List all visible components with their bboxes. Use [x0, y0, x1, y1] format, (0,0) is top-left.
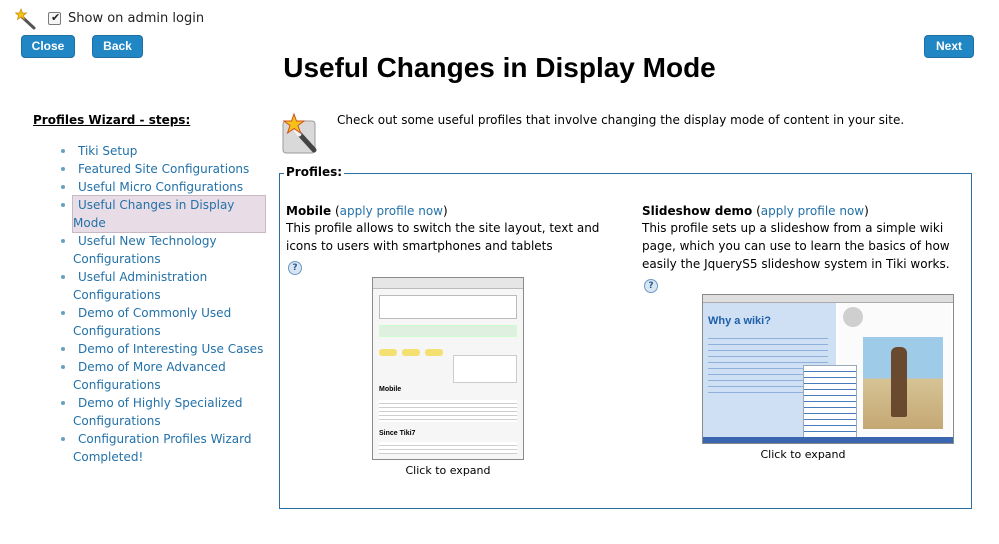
bullet-icon [61, 401, 65, 405]
mobile-profile-title: Mobile (apply profile now) [286, 204, 448, 218]
step-item[interactable]: Useful Micro Configurations [55, 178, 265, 196]
mobile-profile-description: This profile allows to switch the site l… [286, 221, 600, 253]
step-label: Featured Site Configurations [78, 162, 250, 176]
mobile-shot-heading: Mobile [379, 386, 402, 393]
mobile-caption: Click to expand [405, 464, 491, 477]
step-item[interactable]: Featured Site Configurations [55, 160, 265, 178]
checkmark-icon: ✔ [51, 11, 61, 24]
step-item[interactable]: Useful Administration Configurations [55, 268, 265, 304]
bullet-icon [61, 239, 65, 243]
step-item[interactable]: Demo of Commonly Used Configurations [55, 304, 265, 340]
show-on-admin-login-checkbox[interactable]: ✔ [48, 11, 61, 25]
step-label: Demo of More Advanced Configurations [73, 360, 226, 392]
bullet-icon [61, 149, 65, 153]
bullet-icon [61, 275, 65, 279]
bullet-icon [61, 311, 65, 315]
mobile-profile-name: Mobile [286, 204, 332, 218]
step-item[interactable]: Demo of Interesting Use Cases [55, 340, 265, 358]
step-label: Useful Micro Configurations [78, 180, 244, 194]
show-on-admin-login-label: Show on admin login [68, 11, 205, 26]
slideshow-apply-link[interactable]: apply profile now [761, 204, 864, 218]
step-item[interactable]: Configuration Profiles Wizard Completed! [55, 430, 265, 466]
bullet-icon [61, 347, 65, 351]
step-item[interactable]: Useful New Technology Configurations [55, 232, 265, 268]
mobile-screenshot-thumbnail[interactable]: Mobile Since Tiki7 [372, 277, 524, 460]
magic-wand-icon [15, 8, 36, 30]
step-label: Useful Changes in Display Mode [72, 195, 266, 233]
step-item[interactable]: Useful Changes in Display Mode [55, 195, 266, 233]
step-label: Tiki Setup [78, 144, 138, 158]
step-label: Configuration Profiles Wizard Completed! [73, 432, 252, 464]
slideshow-caption: Click to expand [760, 448, 846, 461]
mobile-apply-close: ) [442, 204, 448, 218]
bullet-icon [61, 437, 65, 441]
help-icon[interactable]: ? [288, 261, 302, 275]
step-label: Demo of Interesting Use Cases [78, 342, 264, 356]
step-label: Useful New Technology Configurations [73, 234, 217, 266]
step-label: Useful Administration Configurations [73, 270, 208, 302]
slideshow-screenshot-thumbnail[interactable]: Why a wiki? [702, 294, 954, 444]
step-label: Demo of Highly Specialized Configuration… [73, 396, 243, 428]
steps-list: Tiki Setup Featured Site Configurations Us… [55, 142, 266, 466]
step-label: Demo of Commonly Used Configurations [73, 306, 232, 338]
mobile-apply-link[interactable]: apply profile now [340, 204, 443, 218]
slideshow-profile-title: Slideshow demo (apply profile now) [642, 204, 869, 218]
slideshow-profile-description: This profile sets up a slideshow from a … [642, 221, 950, 271]
bullet-icon [61, 167, 65, 171]
step-item[interactable]: Demo of Highly Specialized Configuration… [55, 394, 265, 430]
mobile-shot-subheading: Since Tiki7 [379, 430, 416, 437]
steps-heading: Profiles Wizard - steps: [33, 113, 191, 127]
step-item[interactable]: Demo of More Advanced Configurations [55, 358, 265, 394]
intro-text: Check out some useful profiles that invo… [337, 113, 905, 127]
profiles-legend: Profiles: [284, 165, 345, 179]
bullet-icon [61, 185, 65, 189]
step-item[interactable]: Tiki Setup [55, 142, 265, 160]
bullet-icon [61, 203, 65, 207]
page-title: Useful Changes in Display Mode [283, 52, 716, 83]
help-icon[interactable]: ? [644, 279, 658, 293]
wizard-icon [282, 113, 317, 154]
slideshow-shot-heading: Why a wiki? [708, 315, 771, 327]
slideshow-apply-close: ) [864, 204, 869, 218]
slideshow-profile-name: Slideshow demo [642, 204, 753, 218]
bullet-icon [61, 365, 65, 369]
